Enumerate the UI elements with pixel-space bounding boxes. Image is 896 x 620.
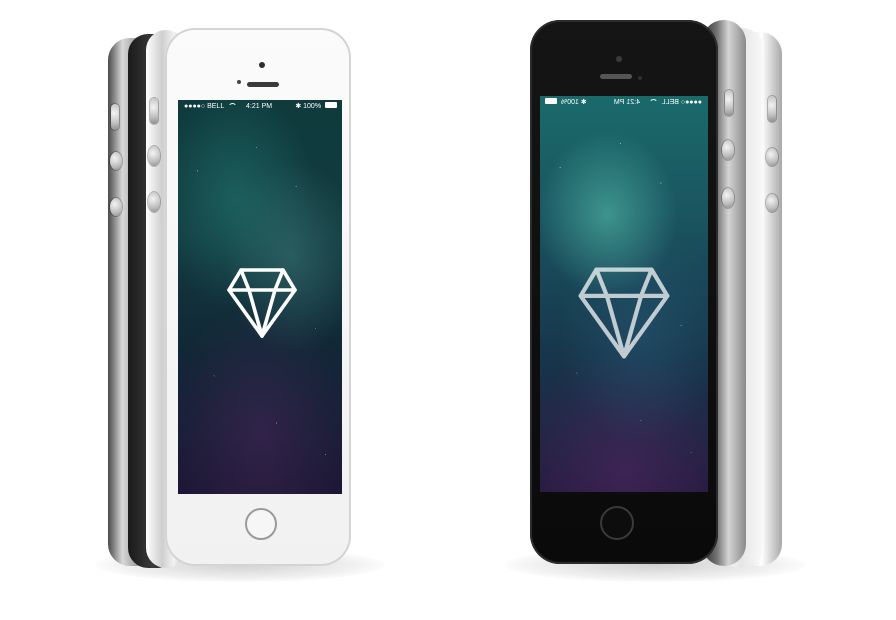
clock-label: 4:21 PM [613,99,640,106]
right-phone-screen: ●●●●○ BELL 4:21 PM ✱ 100% [540,96,708,492]
left-phone-volume-down-button [110,198,122,216]
clock-label: 4:21 PM [246,103,273,110]
right-phone-outer-volume-up-button [766,148,778,166]
battery-icon [545,98,557,104]
right-phone-front-face: ●●●●○ BELL 4:21 PM ✱ 100% [530,20,718,564]
left-phone-home-button [245,508,277,540]
left-phone-front-face: ●●●●○ BELL 4:21 PM ✱ 100% [165,28,351,566]
signal-dots: ●●●●○ [184,103,208,110]
right-phone-home-button [600,506,634,540]
carrier-label: BELL [207,103,224,110]
left-phone-inner-mute-switch [150,98,158,124]
right-phone-earpiece-speaker [600,74,632,79]
carrier-label: BELL [662,99,679,106]
diamond-icon [578,267,670,359]
battery-percent: 100% [303,103,322,110]
right-phone-front-camera [616,56,622,62]
left-phone-mute-switch [111,104,119,130]
right-phone-proximity-sensor [638,76,642,80]
right-phone-outer-volume-down-button [766,194,778,212]
left-phone-inner-volume-down-button [148,192,160,212]
bluetooth-icon: ✱ [578,99,587,106]
wifi-icon [227,103,237,108]
device-mockup-scene: ●●●●○ BELL 4:21 PM ✱ 100% ●●●●○ BELL 4:2… [0,0,896,620]
right-phone-mute-switch [725,90,733,116]
signal-dots: ●●●●○ [678,99,702,106]
wifi-icon [649,99,659,104]
right-phone-volume-down-button [722,188,734,208]
battery-icon [325,102,337,108]
right-phone-volume-up-button [722,140,734,160]
left-phone-status-bar: ●●●●○ BELL 4:21 PM ✱ 100% [178,100,342,114]
left-phone-screen: ●●●●○ BELL 4:21 PM ✱ 100% [178,100,342,494]
right-phone-status-bar: ●●●●○ BELL 4:21 PM ✱ 100% [540,96,708,110]
battery-percent: 100% [560,99,579,106]
right-phone-outer-mute-switch [768,96,776,122]
left-phone-proximity-sensor [237,80,241,84]
left-phone-volume-up-button [110,152,122,170]
left-phone-earpiece-speaker [247,82,279,87]
left-phone-front-camera [259,62,265,68]
bluetooth-icon: ✱ [295,103,304,110]
diamond-icon [227,268,297,338]
left-phone-inner-volume-up-button [148,146,160,166]
